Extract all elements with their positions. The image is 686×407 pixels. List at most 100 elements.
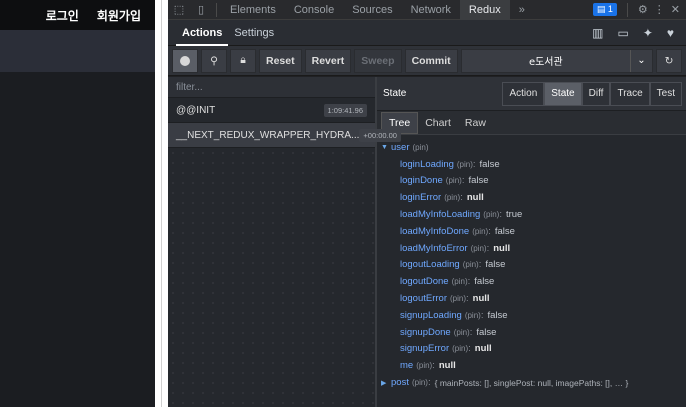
pin-toggle[interactable]: (pin) bbox=[463, 260, 479, 269]
tree-value: true bbox=[505, 209, 523, 221]
more-tabs-button[interactable]: » bbox=[510, 0, 534, 20]
tree-colon: : bbox=[460, 192, 463, 204]
tree-colon: : bbox=[472, 158, 476, 170]
login-link[interactable]: 로그인 bbox=[46, 7, 79, 24]
expanded-arrow-icon[interactable]: ▼ bbox=[381, 144, 391, 151]
monitor-action-button[interactable]: Action bbox=[502, 81, 545, 106]
tree-row: loginLoading (pin): false bbox=[381, 156, 686, 173]
tab-redux-settings[interactable]: Settings bbox=[228, 20, 280, 46]
tab-sources[interactable]: Sources bbox=[343, 0, 401, 20]
tree-colon: : bbox=[432, 360, 435, 372]
tree-row: loginDone (pin): false bbox=[381, 173, 686, 190]
tab-redux[interactable]: Redux bbox=[459, 0, 510, 20]
tree-row: loginError (pin): null bbox=[381, 189, 686, 206]
pin-toggle[interactable]: (pin) bbox=[465, 311, 481, 320]
tree-value: false bbox=[494, 225, 515, 237]
book-icon[interactable]: ▥ bbox=[592, 26, 603, 40]
sync-button[interactable]: ↻ bbox=[656, 48, 682, 73]
tree-node-user[interactable]: ▼ user (pin) bbox=[381, 139, 686, 156]
pin-toggle[interactable]: (pin) bbox=[450, 294, 466, 303]
pin-toggle[interactable]: (pin) bbox=[452, 344, 468, 353]
tree-key: loginLoading bbox=[400, 158, 454, 170]
commit-button[interactable]: Commit bbox=[404, 48, 458, 73]
gear-icon[interactable]: ⚙ bbox=[638, 3, 648, 16]
monitor-state-button[interactable]: State bbox=[544, 81, 582, 106]
view-tabs: Tree Chart Raw bbox=[377, 111, 686, 135]
lock-button[interactable]: 🔒︎ bbox=[230, 48, 256, 73]
revert-button[interactable]: Revert bbox=[304, 48, 352, 73]
tab-network[interactable]: Network bbox=[402, 0, 460, 20]
collapsed-arrow-icon[interactable]: ▶ bbox=[381, 379, 391, 387]
action-time: +00:00.00 bbox=[359, 128, 401, 142]
instance-select[interactable]: e도서관 ⌄ bbox=[460, 48, 653, 73]
tree-value: false bbox=[487, 309, 508, 321]
pin-toggle[interactable]: (pin) bbox=[483, 210, 499, 219]
tree-colon: : bbox=[488, 225, 491, 237]
pin-toggle[interactable]: (pin) bbox=[457, 160, 473, 169]
tab-elements[interactable]: Elements bbox=[221, 0, 285, 20]
record-icon bbox=[180, 55, 190, 66]
devtools-tabbar: ⬚ ▯ Elements Console Sources Network Red… bbox=[168, 0, 686, 20]
tab-chart[interactable]: Chart bbox=[418, 112, 458, 134]
signup-link[interactable]: 회원가입 bbox=[97, 7, 141, 24]
tree-value: null bbox=[472, 293, 490, 305]
devtools-splitter[interactable] bbox=[155, 0, 168, 407]
issues-badge[interactable]: ▤ 1 bbox=[592, 3, 617, 16]
pin-toggle[interactable]: (pin) bbox=[444, 193, 460, 202]
action-list-pane: filter... @@INIT 1:09:41.96 __NEXT_REDUX… bbox=[168, 77, 401, 407]
pin-button[interactable]: ⚲ bbox=[201, 48, 227, 73]
chat-icon[interactable]: ▭ bbox=[617, 26, 628, 40]
tree-key: loadMyInfoError bbox=[400, 242, 468, 254]
tree-key: signupError bbox=[400, 343, 450, 355]
state-tree: ▼ user (pin) loginLoading (pin): false loginDo… bbox=[377, 135, 686, 391]
tree-node-post[interactable]: ▶ post (pin):{ mainPosts: [], singlePost: … bbox=[381, 374, 686, 391]
kebab-menu-icon[interactable]: ⋮ bbox=[654, 3, 665, 16]
pin-toggle[interactable]: (pin) bbox=[472, 227, 488, 236]
tree-row: loadMyInfoLoading (pin): true bbox=[381, 206, 686, 223]
inspect-icon[interactable]: ⬚ bbox=[168, 0, 190, 20]
sweep-button[interactable]: Sweep bbox=[354, 48, 402, 73]
tree-value: null bbox=[466, 192, 484, 204]
tree-colon: : bbox=[469, 326, 473, 338]
redux-toolbar: ⚲ 🔒︎ Reset Revert Sweep Commit e도서관 ⌄ ↻ bbox=[168, 46, 686, 76]
pin-toggle[interactable]: (pin) bbox=[412, 143, 428, 152]
close-icon[interactable]: ✕ bbox=[671, 3, 680, 16]
web-page-area: 로그인 회원가입 bbox=[0, 0, 155, 407]
chevron-down-icon: ⌄ bbox=[630, 49, 652, 72]
tree-key: user bbox=[391, 141, 410, 153]
twitter-icon[interactable]: ✦ bbox=[643, 26, 653, 40]
tree-value: false bbox=[479, 158, 500, 170]
tab-raw[interactable]: Raw bbox=[458, 112, 493, 134]
action-name: @@INIT bbox=[176, 104, 216, 116]
filter-input[interactable]: filter... bbox=[168, 77, 375, 98]
tree-colon: : bbox=[468, 343, 471, 355]
heart-icon[interactable]: ♥ bbox=[667, 26, 674, 40]
tab-console[interactable]: Console bbox=[285, 0, 343, 20]
action-item[interactable]: __NEXT_REDUX_WRAPPER_HYDRA... +00:00.00 bbox=[168, 123, 401, 148]
action-item[interactable]: @@INIT 1:09:41.96 bbox=[168, 98, 375, 123]
monitor-diff-button[interactable]: Diff bbox=[581, 81, 611, 106]
tree-row: loadMyInfoDone (pin): false bbox=[381, 223, 686, 240]
tree-value: false bbox=[468, 175, 489, 187]
tab-actions[interactable]: Actions bbox=[176, 20, 229, 46]
tree-row: logoutDone (pin): false bbox=[381, 273, 686, 290]
monitor-trace-button[interactable]: Trace bbox=[610, 81, 650, 106]
record-button[interactable] bbox=[172, 48, 198, 73]
tree-value: false bbox=[485, 259, 506, 271]
tree-value: null bbox=[493, 242, 511, 254]
devtools-panel: ⬚ ▯ Elements Console Sources Network Red… bbox=[168, 0, 686, 407]
action-name: __NEXT_REDUX_WRAPPER_HYDRA... bbox=[176, 129, 360, 141]
pin-toggle[interactable]: (pin) bbox=[454, 328, 470, 337]
pin-toggle[interactable]: (pin) bbox=[452, 277, 468, 286]
pin-toggle[interactable]: (pin) bbox=[471, 244, 487, 253]
pin-toggle[interactable]: (pin) bbox=[446, 176, 462, 185]
reset-button[interactable]: Reset bbox=[259, 48, 302, 73]
pin-toggle[interactable]: (pin) bbox=[416, 361, 432, 370]
tree-colon: : bbox=[486, 242, 490, 254]
monitor-test-button[interactable]: Test bbox=[649, 81, 682, 106]
sync-icon: ↻ bbox=[664, 54, 674, 67]
tree-colon: : bbox=[461, 175, 465, 187]
pin-toggle[interactable]: (pin) bbox=[412, 378, 428, 387]
device-toolbar-icon[interactable]: ▯ bbox=[190, 0, 212, 20]
tree-preview: { mainPosts: [], singlePost: null, image… bbox=[434, 377, 629, 388]
